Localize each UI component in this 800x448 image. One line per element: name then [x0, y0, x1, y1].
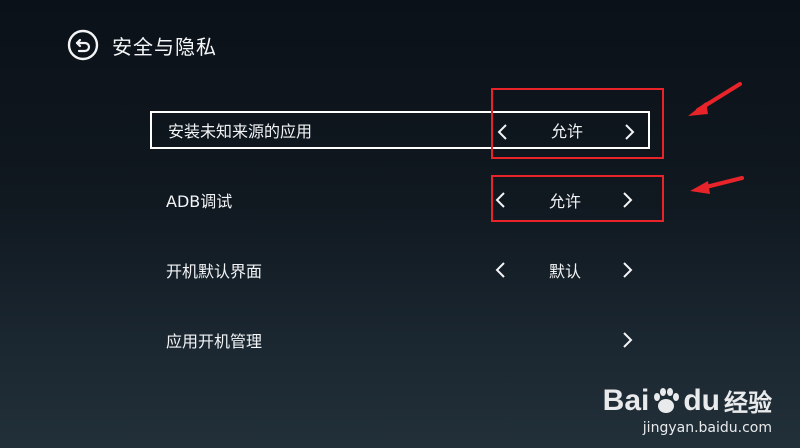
page-title: 安全与隐私 — [112, 34, 217, 59]
baidu-jingyan-watermark: Bai du 经验 jingyan.baidu.com — [603, 383, 772, 437]
annotation-arrow-icon — [688, 82, 742, 116]
setting-label: ADB调试 — [166, 192, 233, 211]
watermark-logo: Bai du 经验 — [603, 383, 772, 418]
back-icon[interactable] — [66, 28, 100, 62]
chevron-right-icon[interactable] — [620, 261, 634, 279]
paw-icon — [654, 387, 680, 413]
watermark-brand-right: du — [683, 383, 720, 417]
setting-value: 默认 — [548, 262, 581, 281]
setting-row-boot-apps[interactable]: 应用开机管理 — [150, 321, 650, 359]
watermark-url: jingyan.baidu.com — [642, 420, 772, 436]
setting-row-boot-default[interactable]: 开机默认界面 默认 — [150, 251, 650, 289]
chevron-right-icon[interactable] — [620, 331, 634, 349]
page-header: 安全与隐私 — [66, 28, 217, 62]
chevron-left-icon[interactable] — [494, 261, 508, 279]
watermark-brand-left: Bai — [602, 383, 650, 417]
annotation-arrow-icon — [690, 176, 744, 194]
annotation-box — [491, 175, 664, 222]
annotation-box — [491, 88, 664, 159]
setting-label: 应用开机管理 — [166, 332, 263, 351]
watermark-brand-cn: 经验 — [724, 390, 772, 417]
setting-label: 开机默认界面 — [166, 262, 263, 281]
setting-label: 安装未知来源的应用 — [168, 122, 313, 141]
